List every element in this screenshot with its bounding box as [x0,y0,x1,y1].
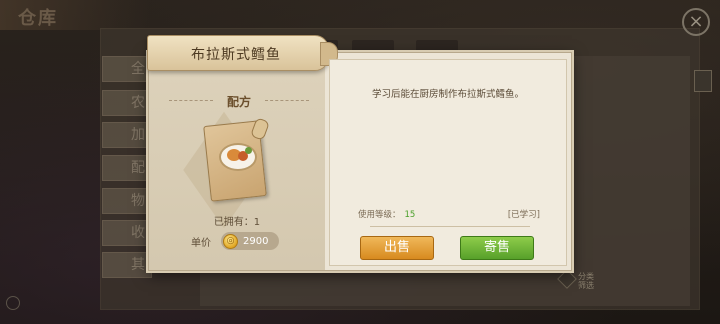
divider [265,100,309,101]
item-info-pane: 学习后能在厨房制作布拉斯式鳕鱼。 使用等级： 15 [已学习] 出售 寄售 [329,59,567,266]
page-title: 仓库 [18,8,58,29]
item-detail-modal: 布拉斯式鳕鱼 配方 已拥有：1 单价 ◎ 2900 学习后能在厨房制作布拉斯式鳕… [147,35,572,271]
item-name: 布拉斯式鳕鱼 [191,47,281,63]
level-value: 15 [404,210,416,220]
filter-label: 分类 筛选 [578,272,594,290]
level-label: 使用等级： [358,210,401,220]
tab-recipe[interactable]: 配 [102,155,152,181]
close-icon[interactable]: × [682,8,710,36]
item-category: 配方 [226,95,251,109]
coin-icon: ◎ [223,233,238,249]
price-label: 单价 [191,237,211,249]
category-row: 配方 [169,93,309,109]
consign-button[interactable]: 寄售 [460,236,534,260]
item-name-banner: 布拉斯式鳕鱼 [147,35,338,71]
tab-collection[interactable]: 收 [102,220,152,246]
item-description: 学习后能在厨房制作布拉斯式鳕鱼。 [372,89,525,100]
sell-button[interactable]: 出售 [360,236,434,260]
tab-items[interactable]: 物 [102,188,152,214]
tab-all[interactable]: 全 [102,56,152,82]
item-preview-pane: 布拉斯式鳕鱼 配方 已拥有：1 单价 ◎ 2900 [147,35,338,270]
tab-processed[interactable]: 加 [102,122,152,148]
price-value: 2900 [243,235,269,247]
chat-icon[interactable] [6,296,20,310]
tab-farm[interactable]: 农 [102,90,152,116]
divider [370,226,530,227]
side-menu-icon[interactable] [694,70,712,92]
level-row: 使用等级： 15 [已学习] [358,208,540,220]
garnish-icon [245,147,252,154]
price-row: 单价 ◎ 2900 [191,232,279,250]
learned-status: [已学习] [507,210,540,220]
price-pill: ◎ 2900 [221,232,279,250]
tab-other[interactable]: 其 [102,252,152,278]
owned-count: 已拥有：1 [213,217,261,228]
